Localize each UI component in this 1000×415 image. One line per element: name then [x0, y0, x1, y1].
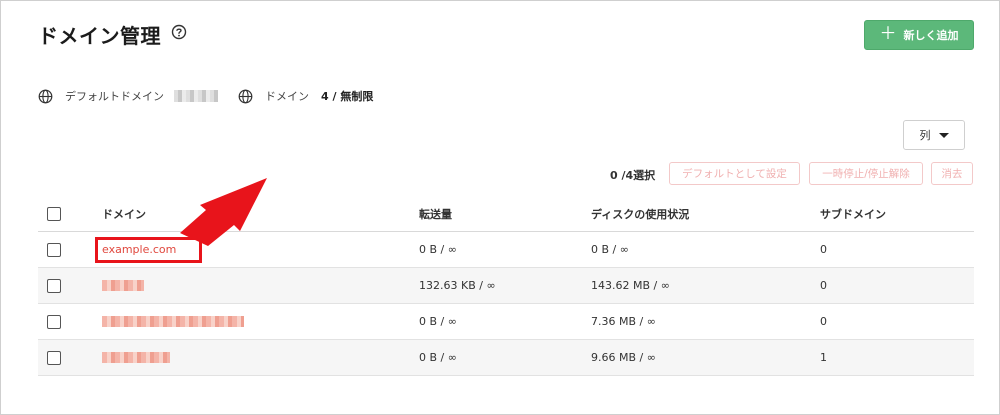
transfer-value: 0 B / ∞ — [419, 315, 457, 328]
disk-value: 0 B / ∞ — [591, 243, 629, 256]
transfer-value: 0 B / ∞ — [419, 243, 457, 256]
caret-down-icon — [938, 132, 949, 138]
table-row: 132.63 KB / ∞ 143.62 MB / ∞ 0 — [38, 268, 974, 304]
table-row: 0 B / ∞ 9.66 MB / ∞ 1 — [38, 340, 974, 376]
globe-icon — [38, 89, 53, 103]
select-all-checkbox[interactable] — [47, 206, 61, 221]
row-checkbox[interactable] — [47, 242, 61, 257]
header-disk[interactable]: ディスクの使用状況 — [591, 196, 689, 231]
globe-icon — [238, 89, 253, 103]
table-header-row: ドメイン 転送量 ディスクの使用状況 サブドメイン — [38, 196, 974, 232]
domain-link-redacted[interactable] — [102, 280, 144, 291]
help-icon[interactable] — [171, 24, 187, 40]
domain-table: ドメイン 転送量 ディスクの使用状況 サブドメイン example.com 0 … — [38, 196, 974, 376]
transfer-value: 0 B / ∞ — [419, 351, 457, 364]
delete-button[interactable]: 消去 — [931, 162, 973, 185]
red-arrow — [180, 178, 267, 246]
subdomain-count: 0 — [820, 279, 827, 292]
header-subdomains[interactable]: サブドメイン — [820, 196, 886, 231]
row-checkbox[interactable] — [47, 350, 61, 365]
columns-dropdown-button[interactable]: 列 — [903, 120, 965, 150]
set-default-button[interactable]: デフォルトとして設定 — [669, 162, 800, 185]
header-domain[interactable]: ドメイン — [102, 196, 146, 231]
page-title: ドメイン管理 — [38, 24, 161, 48]
default-domain-label: デフォルトドメイン — [65, 90, 164, 103]
suspend-button[interactable]: 一時停止/停止解除 — [809, 162, 923, 185]
disk-value: 7.36 MB / ∞ — [591, 315, 656, 328]
subdomain-count: 1 — [820, 351, 827, 364]
row-checkbox[interactable] — [47, 278, 61, 293]
transfer-value: 132.63 KB / ∞ — [419, 279, 496, 292]
row-checkbox[interactable] — [47, 314, 61, 329]
domain-link-redacted[interactable] — [102, 316, 244, 327]
disk-value: 9.66 MB / ∞ — [591, 351, 656, 364]
add-new-button-label: 新しく追加 — [903, 29, 959, 42]
columns-dropdown-label: 列 — [919, 129, 931, 142]
domain-info-row: デフォルトドメイン ドメイン 4 / 無制限 — [38, 88, 373, 104]
domain-link-redacted[interactable] — [102, 352, 170, 363]
disk-value: 143.62 MB / ∞ — [591, 279, 670, 292]
selection-count: 0 /4選択 — [610, 169, 656, 182]
add-new-button[interactable]: ＋ 新しく追加 — [864, 20, 974, 50]
default-domain-value-redacted — [174, 90, 218, 102]
table-row: 0 B / ∞ 7.36 MB / ∞ 0 — [38, 304, 974, 340]
domain-count-value: 4 / 無制限 — [321, 90, 374, 103]
domain-count-label: ドメイン — [265, 90, 309, 103]
plus-icon: ＋ — [879, 23, 897, 44]
header-transfer[interactable]: 転送量 — [419, 196, 452, 231]
subdomain-count: 0 — [820, 243, 827, 256]
subdomain-count: 0 — [820, 315, 827, 328]
